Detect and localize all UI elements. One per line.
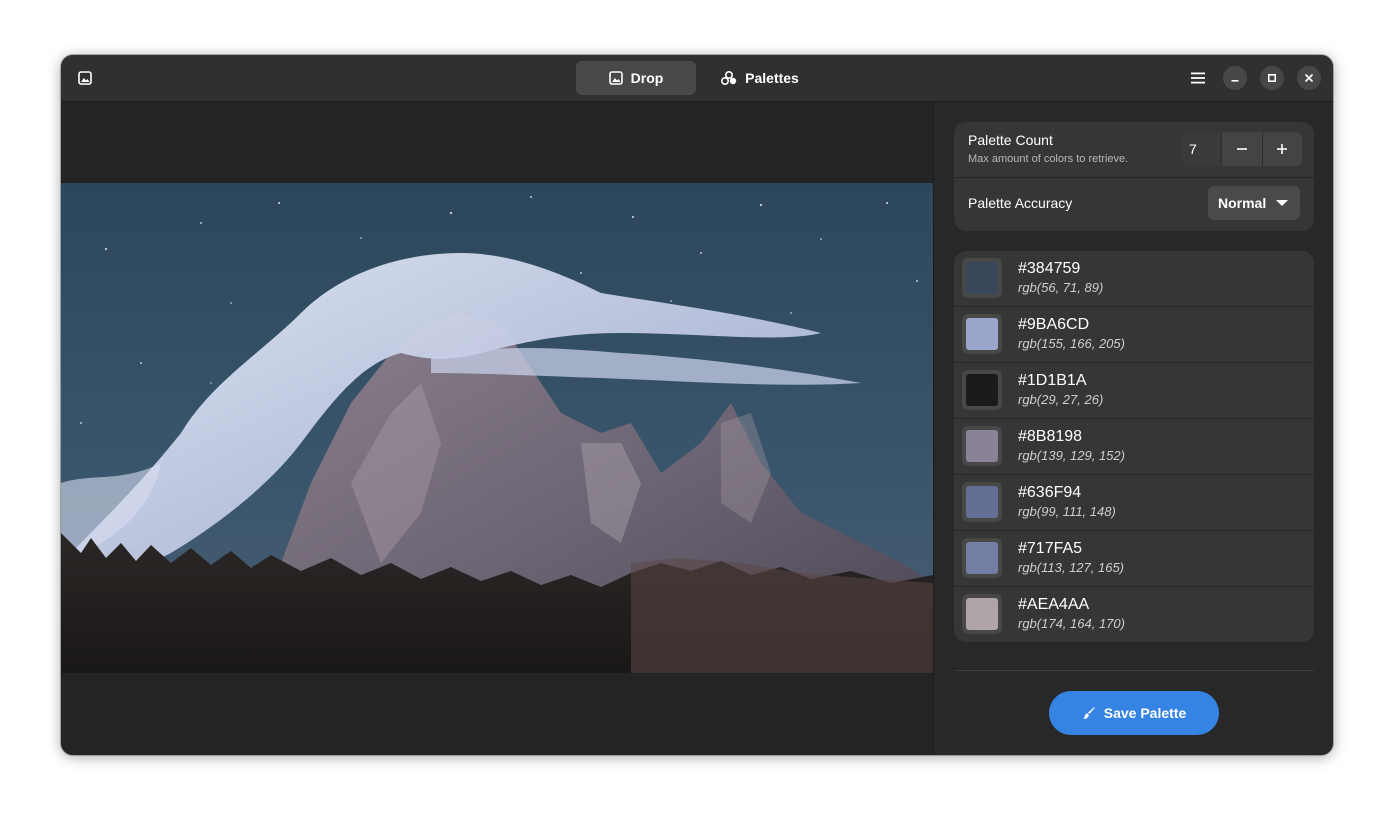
color-list: #384759 rgb(56, 71, 89) #9BA6CD rgb(155,… <box>954 251 1314 642</box>
color-swatch <box>966 318 998 350</box>
color-swatch-frame <box>962 370 1002 410</box>
color-swatch <box>966 430 998 462</box>
color-row[interactable]: #717FA5 rgb(113, 127, 165) <box>954 531 1314 587</box>
color-swatch <box>966 542 998 574</box>
brush-icon <box>1083 707 1095 719</box>
tab-palettes[interactable]: Palettes <box>700 61 820 95</box>
tab-label: Palettes <box>745 70 799 86</box>
header-bar: Drop Palettes <box>61 55 1333 102</box>
color-row[interactable]: #9BA6CD rgb(155, 166, 205) <box>954 307 1314 363</box>
palette-count-input[interactable]: 7 <box>1182 132 1222 166</box>
palette-count-stepper: 7 <box>1182 132 1302 166</box>
color-swatch-frame <box>962 314 1002 354</box>
color-rgb: rgb(99, 111, 148) <box>1018 504 1116 519</box>
palette-count-row: Palette Count Max amount of colors to re… <box>954 122 1314 178</box>
color-row[interactable]: #384759 rgb(56, 71, 89) <box>954 251 1314 307</box>
color-hex: #636F94 <box>1018 484 1082 501</box>
color-swatch-frame <box>962 258 1002 298</box>
palette-accuracy-dropdown[interactable]: Normal <box>1208 186 1300 220</box>
chevron-down-icon <box>1276 200 1288 206</box>
color-hex: #8B8198 <box>1018 428 1083 445</box>
palette-sidebar: Palette Count Max amount of colors to re… <box>933 102 1333 755</box>
plus-icon <box>1277 144 1288 154</box>
source-image <box>61 183 933 673</box>
window-controls <box>1186 66 1321 90</box>
color-hex: #1D1B1A <box>1018 372 1087 389</box>
color-swatch-frame <box>962 426 1002 466</box>
settings-card: Palette Count Max amount of colors to re… <box>954 122 1314 231</box>
increment-button[interactable] <box>1261 132 1302 166</box>
app-window: Drop Palettes Palette Count Max amount o… <box>61 55 1333 755</box>
color-swatch <box>966 374 998 406</box>
minus-icon <box>1237 148 1248 150</box>
palette-icon <box>721 71 737 85</box>
tab-drop[interactable]: Drop <box>576 61 696 95</box>
color-hex: #9BA6CD <box>1018 316 1090 333</box>
save-palette-button[interactable]: Save Palette <box>1049 691 1219 735</box>
color-hex: #717FA5 <box>1018 540 1083 557</box>
color-rgb: rgb(29, 27, 26) <box>1018 392 1104 407</box>
color-row[interactable]: #AEA4AA rgb(174, 164, 170) <box>954 587 1314 642</box>
color-rgb: rgb(113, 127, 165) <box>1018 560 1124 575</box>
color-rgb: rgb(139, 129, 152) <box>1018 448 1125 463</box>
decrement-button[interactable] <box>1221 132 1262 166</box>
palette-accuracy-title: Palette Accuracy <box>968 195 1073 211</box>
palette-count-subtitle: Max amount of colors to retrieve. <box>968 153 1129 165</box>
image-icon[interactable] <box>75 68 95 88</box>
color-row[interactable]: #8B8198 rgb(139, 129, 152) <box>954 419 1314 475</box>
maximize-icon[interactable] <box>1260 66 1284 90</box>
hamburger-menu-icon[interactable] <box>1186 66 1210 90</box>
color-swatch-frame <box>962 594 1002 634</box>
color-swatch-frame <box>962 482 1002 522</box>
tab-label: Drop <box>630 70 664 86</box>
divider <box>954 670 1314 671</box>
save-palette-label: Save Palette <box>1103 705 1187 721</box>
color-rgb: rgb(174, 164, 170) <box>1018 616 1125 631</box>
palette-accuracy-value: Normal <box>1218 195 1267 211</box>
palette-accuracy-row: Palette Accuracy Normal <box>954 178 1314 231</box>
color-rgb: rgb(155, 166, 205) <box>1018 336 1125 351</box>
color-swatch-frame <box>962 538 1002 578</box>
minimize-icon[interactable] <box>1223 66 1247 90</box>
color-rgb: rgb(56, 71, 89) <box>1018 280 1104 295</box>
color-swatch <box>966 262 998 294</box>
color-row[interactable]: #636F94 rgb(99, 111, 148) <box>954 475 1314 531</box>
close-icon[interactable] <box>1297 66 1321 90</box>
color-hex: #384759 <box>1018 260 1081 277</box>
drop-area[interactable] <box>61 102 933 755</box>
color-hex: #AEA4AA <box>1018 596 1090 613</box>
image-icon <box>608 71 623 85</box>
color-row[interactable]: #1D1B1A rgb(29, 27, 26) <box>954 363 1314 419</box>
palette-count-title: Palette Count <box>968 132 1053 148</box>
color-swatch <box>966 598 998 630</box>
color-swatch <box>966 486 998 518</box>
view-switcher: Drop Palettes <box>576 61 820 95</box>
